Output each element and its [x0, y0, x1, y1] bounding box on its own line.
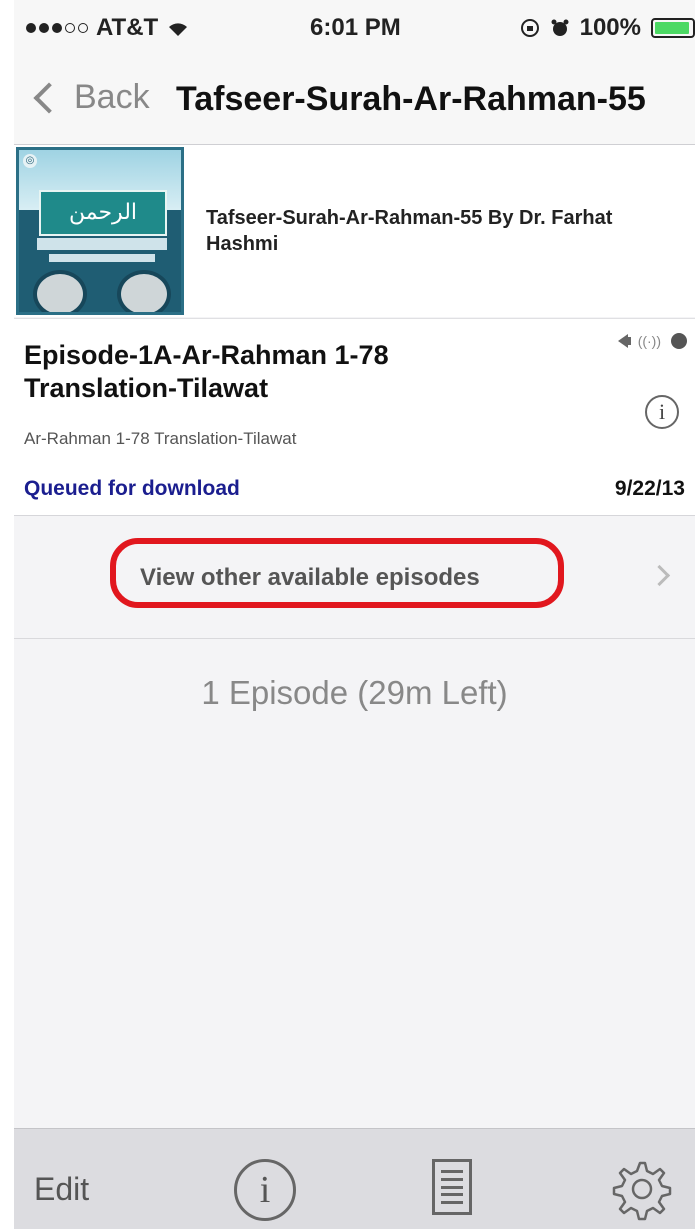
- episode-summary: 1 Episode (29m Left): [201, 674, 508, 711]
- bottom-toolbar: Edit i: [14, 1128, 695, 1229]
- chevron-right-icon: [648, 564, 671, 587]
- view-other-episodes-row[interactable]: View other available episodes: [14, 528, 695, 639]
- artwork-title: الرحمن: [39, 190, 167, 236]
- speaker-icon: [617, 334, 631, 348]
- carrier-group: AT&T: [26, 14, 190, 42]
- stream-icon: ((·)): [637, 333, 661, 349]
- episode-subtitle: Ar-Rahman 1-78 Translation-Tilawat: [24, 429, 297, 448]
- info-icon[interactable]: i: [234, 1159, 296, 1221]
- artwork-badge-icon: ◎: [23, 154, 37, 168]
- episode-title: Episode-1A-Ar-Rahman 1-78 Translation-Ti…: [24, 340, 389, 403]
- status-time: 6:01 PM: [310, 14, 401, 41]
- battery-icon: [651, 18, 695, 38]
- download-status: Queued for download: [24, 477, 240, 500]
- episode-date: 9/22/13: [614, 477, 685, 500]
- episode-info-button[interactable]: i: [645, 395, 679, 429]
- app-screen: AT&T 6:01 PM 100% Back Tafseer-Surah-Ar-…: [14, 0, 695, 1229]
- podcast-header: ◎ الرحمن Tafseer-Surah-Ar-Rahman-55 By D…: [14, 145, 695, 317]
- battery-percent: 100%: [579, 14, 641, 41]
- unplayed-dot-icon: [671, 333, 687, 349]
- chevron-left-icon: [33, 81, 65, 114]
- list-icon[interactable]: [432, 1159, 472, 1215]
- signal-strength-icon: [26, 23, 88, 33]
- navigation-bar: Back Tafseer-Surah-Ar-Rahman-55: [14, 52, 695, 145]
- back-button[interactable]: Back: [32, 78, 150, 117]
- wifi-icon: [169, 23, 188, 36]
- podcast-title: Tafseer-Surah-Ar-Rahman-55 By Dr. Farhat…: [206, 207, 613, 255]
- episode-indicators: ((·)): [617, 333, 687, 349]
- view-other-episodes-label: View other available episodes: [140, 564, 480, 591]
- status-bar: AT&T 6:01 PM 100%: [14, 0, 695, 52]
- alarm-icon: [551, 19, 569, 36]
- podcast-artwork: ◎ الرحمن: [16, 147, 184, 315]
- episode-row[interactable]: Episode-1A-Ar-Rahman 1-78 Translation-Ti…: [14, 318, 695, 516]
- back-label: Back: [74, 78, 150, 116]
- lock-rotation-icon: [520, 19, 539, 37]
- gear-icon[interactable]: [608, 1157, 672, 1221]
- edit-button[interactable]: Edit: [34, 1171, 89, 1208]
- status-right: 100%: [520, 14, 695, 42]
- page-title: Tafseer-Surah-Ar-Rahman-55: [176, 80, 646, 118]
- carrier-name: AT&T: [96, 14, 159, 41]
